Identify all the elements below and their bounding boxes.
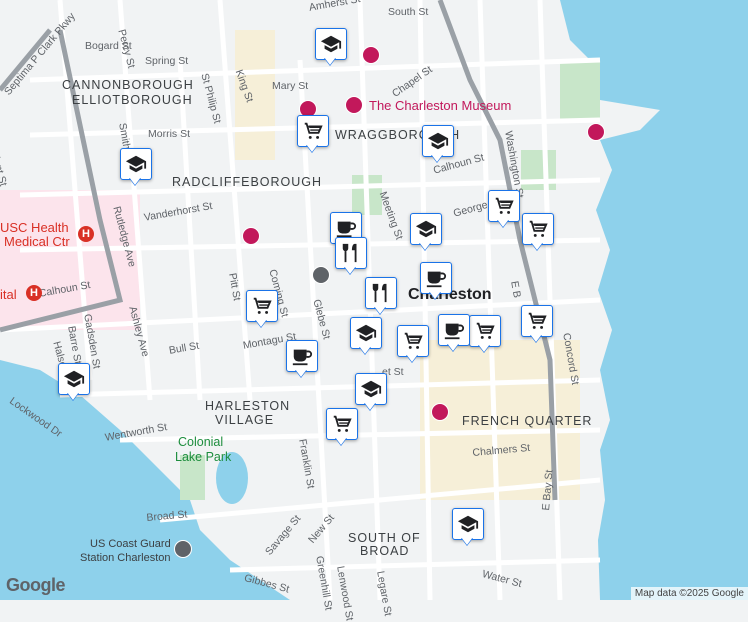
google-logo: Google [6,575,66,595]
street-label: Morris St [148,128,190,140]
shopping-cart-icon [522,213,554,245]
shopping-cart-icon [297,115,329,147]
marker-pointer [255,319,267,327]
museum-icon[interactable] [362,46,380,64]
museum-icon[interactable] [242,227,260,245]
coffee-cup-icon [286,340,318,372]
grocery-marker[interactable] [488,190,520,234]
marker-pointer [447,343,459,351]
school-marker[interactable] [452,508,484,552]
school-marker[interactable] [350,317,382,361]
poi-label[interactable]: USC Health [0,220,69,235]
park-label: Colonial [178,435,224,449]
marker-pointer [497,219,509,227]
grocery-marker[interactable] [522,213,554,257]
school-icon [120,148,152,180]
cafe-marker[interactable] [286,340,318,384]
neighborhood-label: HARLESTON [205,399,291,413]
hospital-icon[interactable]: H [78,226,94,242]
marker-pointer [406,354,418,362]
map-attribution[interactable]: Map data ©2025 Google [630,587,748,600]
school-marker[interactable] [315,28,347,72]
marker-pointer [306,144,318,152]
marker-pointer [67,392,79,400]
school-marker[interactable] [120,148,152,192]
neighborhood-label: CANNONBOROUGH [62,78,194,92]
fork-knife-icon [365,277,397,309]
marker-pointer [478,344,490,352]
marker-pointer [429,291,441,299]
school-icon [355,373,387,405]
cafe-marker[interactable] [420,262,452,306]
restaurant-marker[interactable] [365,277,397,321]
school-icon [410,213,442,245]
marker-pointer [129,177,141,185]
museum-icon[interactable] [345,96,363,114]
school-icon [452,508,484,540]
grocery-marker[interactable] [297,115,329,159]
cafe-marker[interactable] [438,314,470,358]
landmark-icon[interactable] [174,540,192,558]
poi-label[interactable]: The Charleston Museum [369,98,511,113]
school-marker[interactable] [422,125,454,169]
grocery-marker[interactable] [397,325,429,369]
marker-pointer [374,306,386,314]
marker-pointer [531,242,543,250]
neighborhood-label: VILLAGE [215,413,275,427]
shopping-cart-icon [326,408,358,440]
grocery-marker[interactable] [521,305,553,349]
school-icon [422,125,454,157]
neighborhood-label: FRENCH QUARTER [462,414,593,428]
marker-pointer [364,402,376,410]
shopping-cart-icon [521,305,553,337]
neighborhood-label: SOUTH OF [348,531,421,545]
grocery-marker[interactable] [326,408,358,452]
park-label: Lake Park [175,450,232,464]
museum-icon[interactable] [431,403,449,421]
street-label: Spring St [145,55,189,67]
hospital-icon[interactable]: H [26,285,42,301]
church-icon[interactable] [312,266,330,284]
shopping-cart-icon [246,290,278,322]
marker-pointer [461,537,473,545]
school-icon [315,28,347,60]
school-marker[interactable] [355,373,387,417]
street-label: Mary St [272,80,309,92]
marker-pointer [324,57,336,65]
street-label: South St [388,6,429,18]
neighborhood-label: BROAD [360,544,410,558]
shopping-cart-icon [488,190,520,222]
poi-label[interactable]: US Coast Guard [90,538,171,550]
school-marker[interactable] [58,363,90,407]
poi-label[interactable]: ital [0,287,17,302]
school-marker[interactable] [410,213,442,257]
restaurant-marker[interactable] [335,237,367,281]
marker-pointer [530,334,542,342]
marker-pointer [295,369,307,377]
museum-icon[interactable] [587,123,605,141]
marker-pointer [419,242,431,250]
school-icon [350,317,382,349]
shopping-cart-icon [397,325,429,357]
grocery-marker[interactable] [246,290,278,334]
marker-pointer [344,266,356,274]
marker-pointer [359,346,371,354]
marker-pointer [335,437,347,445]
poi-label[interactable]: Medical Ctr [4,234,70,249]
grocery-marker[interactable] [469,315,501,359]
coffee-cup-icon [420,262,452,294]
marker-pointer [431,154,443,162]
shopping-cart-icon [469,315,501,347]
fork-knife-icon [335,237,367,269]
school-icon [58,363,90,395]
neighborhood-label: RADCLIFFEBOROUGH [172,175,323,189]
poi-label[interactable]: Station Charleston [80,552,171,564]
coffee-cup-icon [438,314,470,346]
neighborhood-label: ELLIOTBOROUGH [72,93,193,107]
